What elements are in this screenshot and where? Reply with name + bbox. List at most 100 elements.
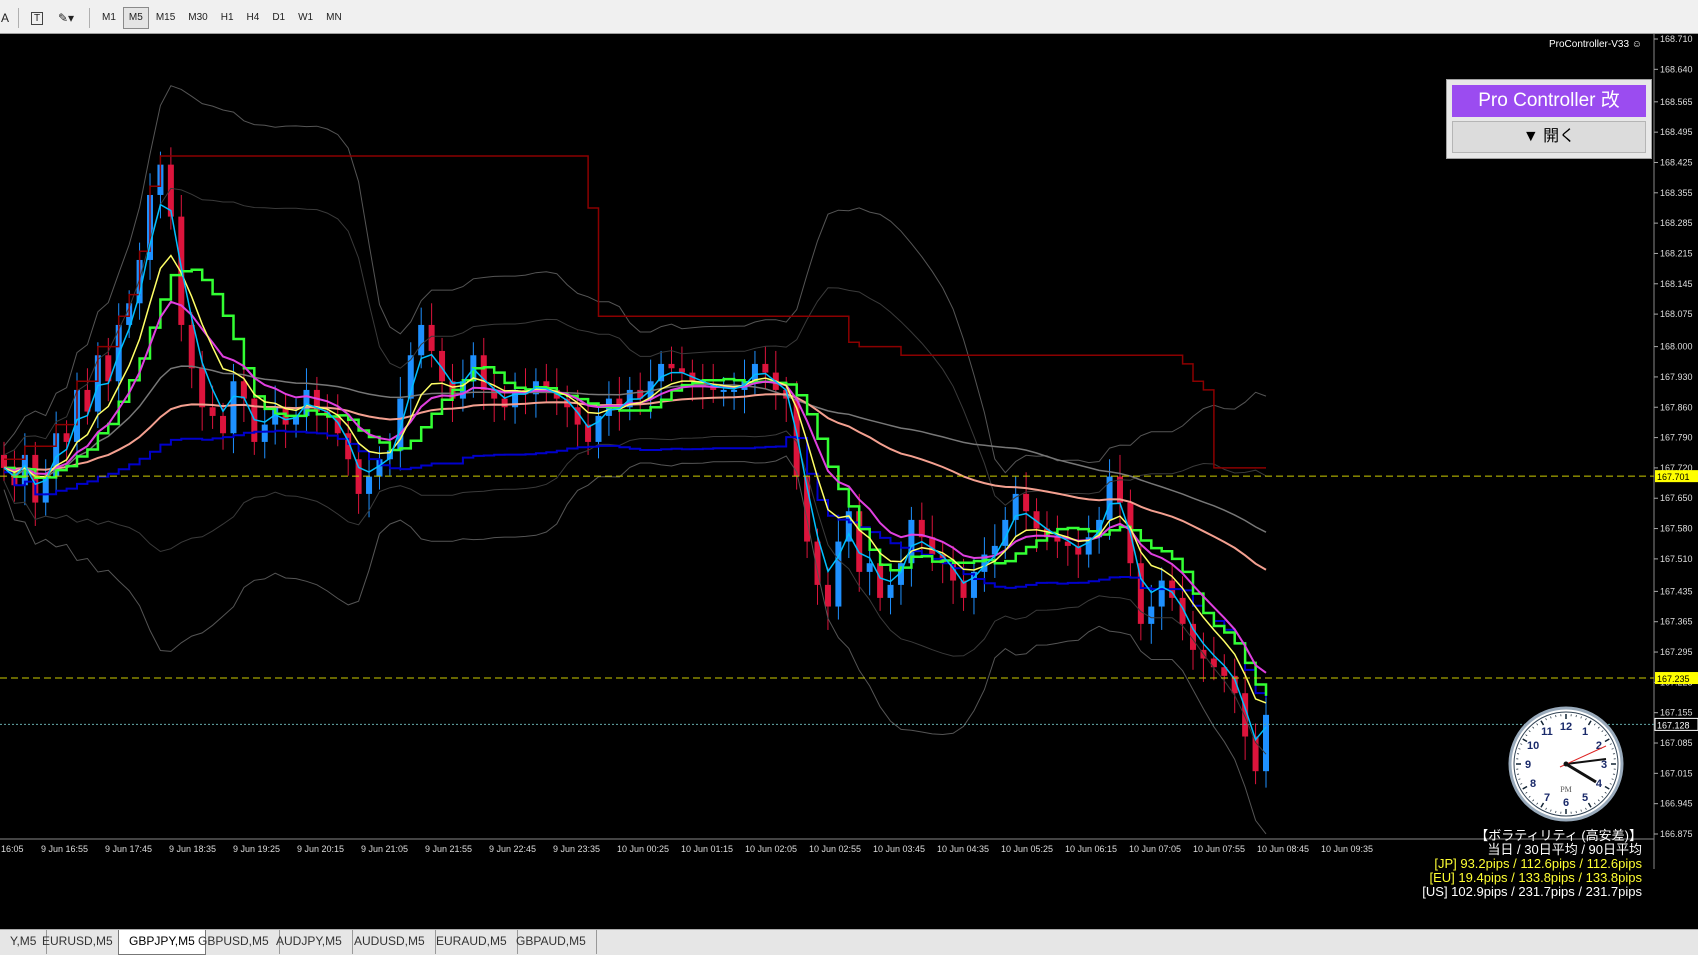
timeframe-m1[interactable]: M1	[96, 7, 122, 29]
pro-controller-panel: Pro Controller 改 ▼ 開く	[1446, 79, 1652, 159]
toolbar-tools: A T ✎▾ M1 M5 M15 M30 H1 H4 D1 W1 MN	[0, 5, 349, 31]
draw-tools-icon[interactable]: ✎▾	[51, 7, 81, 29]
time-tick-label: 10 Jun 08:45	[1257, 844, 1309, 854]
clock-number: 3	[1601, 759, 1607, 771]
channel-lower	[4, 429, 1267, 698]
price-tick-label: 167.295	[1660, 647, 1693, 657]
timeframe-mn[interactable]: MN	[320, 7, 348, 29]
text-t-icon[interactable]: T	[25, 7, 49, 29]
clock-number: 4	[1596, 778, 1603, 790]
ma-fast	[3, 203, 1267, 742]
symbol-tab[interactable]: GBPAUD,M5	[506, 930, 597, 954]
candle-body	[1, 454, 7, 468]
timeframe-m30[interactable]: M30	[182, 7, 213, 29]
time-tick-label: 10 Jun 04:35	[937, 844, 989, 854]
price-tick-label: 168.075	[1660, 309, 1693, 319]
time-tick-label: 10 Jun 07:05	[1129, 844, 1181, 854]
price-tick-label: 168.425	[1660, 157, 1693, 167]
candle-body	[751, 363, 758, 382]
candle-body	[762, 363, 769, 373]
candle-body	[1023, 493, 1030, 512]
symbol-tab[interactable]: AUDUSD,M5	[344, 930, 436, 954]
candle-body	[501, 398, 508, 408]
time-tick-label: 16:05	[1, 844, 24, 854]
price-tick-label: 168.215	[1660, 248, 1693, 258]
candle-body	[220, 415, 227, 434]
volatility-subheader: 当日 / 30日平均 / 90日平均	[1487, 842, 1642, 857]
candle-body	[209, 407, 216, 416]
candle-body	[1148, 606, 1155, 624]
price-tick-label: 168.565	[1660, 97, 1693, 107]
candle-body	[199, 368, 206, 408]
price-tick-label: 167.435	[1660, 586, 1693, 596]
price-marker-label: 167.701	[1657, 472, 1690, 482]
clock-number: 9	[1525, 759, 1531, 771]
price-tick-label: 168.355	[1660, 188, 1693, 198]
text-a-icon[interactable]: A	[0, 7, 10, 29]
volatility-header: 【ボラティリティ (高安差)】	[1475, 828, 1642, 843]
candle-body	[887, 584, 894, 598]
clock-number: 12	[1560, 721, 1572, 733]
indicator-label: ProController-V33 ☺	[1548, 39, 1642, 50]
bollinger-lower-outer	[3, 455, 1267, 835]
candle-body	[480, 355, 487, 390]
time-tick-label: 10 Jun 01:15	[681, 844, 733, 854]
candle-body	[1106, 476, 1113, 520]
timeframe-h1[interactable]: H1	[215, 7, 240, 29]
candle-body	[866, 563, 873, 572]
price-tick-label: 168.145	[1660, 279, 1693, 289]
candle-body	[731, 389, 738, 392]
clock-center	[1563, 761, 1569, 767]
chart-canvas[interactable]: 168.710 168.640 168.565 168.495 168.425 168.3…	[0, 34, 1698, 929]
candle-body	[720, 389, 727, 392]
price-marker-label: 167.235	[1657, 674, 1690, 684]
timeframe-h4[interactable]: H4	[241, 7, 266, 29]
timeframe-m15[interactable]: M15	[150, 7, 181, 29]
price-tick-label: 167.790	[1660, 433, 1693, 443]
clock-number: 10	[1527, 740, 1539, 752]
symbol-tab[interactable]: AUDJPY,M5	[266, 930, 353, 954]
timeframe-d1[interactable]: D1	[266, 7, 291, 29]
toolbar-separator	[89, 8, 90, 28]
volatility-us: [US] 102.9pips / 231.7pips / 231.7pips	[1422, 884, 1642, 899]
time-tick-label: 9 Jun 21:05	[361, 844, 408, 854]
candle-body	[366, 476, 373, 494]
clock-number: 1	[1582, 726, 1588, 738]
time-tick-label: 10 Jun 02:55	[809, 844, 861, 854]
symbol-tab[interactable]: EURAUD,M5	[426, 930, 518, 954]
pro-controller-title[interactable]: Pro Controller 改	[1452, 85, 1646, 117]
candle-body	[63, 433, 70, 442]
candle-body	[240, 381, 247, 399]
time-tick-label: 9 Jun 22:45	[489, 844, 536, 854]
candle-body	[824, 584, 831, 607]
timeframe-w1[interactable]: W1	[292, 7, 319, 29]
price-tick-label: 168.710	[1660, 34, 1693, 44]
timeframe-bar: M1 M5 M15 M30 H1 H4 D1 W1 MN	[96, 7, 349, 29]
price-tick-label: 166.875	[1660, 829, 1693, 839]
price-tick-label: 168.640	[1660, 64, 1693, 74]
price-tick-label: 167.510	[1660, 554, 1693, 564]
volatility-jp: [JP] 93.2pips / 112.6pips / 112.6pips	[1434, 856, 1642, 871]
bollinger-upper-outer	[3, 85, 1267, 474]
clock-number: 5	[1582, 792, 1588, 804]
time-tick-label: 9 Jun 17:45	[105, 844, 152, 854]
candle-body	[334, 415, 341, 434]
toolbar-separator	[18, 8, 19, 28]
candle-body	[230, 381, 237, 434]
time-tick-label: 10 Jun 09:35	[1321, 844, 1373, 854]
price-tick-label: 168.495	[1660, 127, 1693, 137]
symbol-tab[interactable]: EURUSD,M5	[32, 930, 124, 954]
timeframe-m5[interactable]: M5	[122, 7, 149, 29]
time-tick-label: 10 Jun 00:25	[617, 844, 669, 854]
bollinger-lower-inner	[3, 430, 1267, 755]
candle-body	[1263, 714, 1269, 772]
candle-body	[261, 424, 268, 442]
time-tick-label: 9 Jun 20:15	[297, 844, 344, 854]
price-chart[interactable]: 168.710 168.640 168.565 168.495 168.425 168.3…	[0, 34, 1698, 929]
price-tick-label: 168.285	[1660, 218, 1693, 228]
channel-upper	[4, 155, 1266, 469]
open-button[interactable]: ▼ 開く	[1452, 121, 1646, 153]
price-tick-label: 166.945	[1660, 799, 1693, 809]
clock-number: 7	[1544, 792, 1550, 804]
time-tick-label: 9 Jun 21:55	[425, 844, 472, 854]
